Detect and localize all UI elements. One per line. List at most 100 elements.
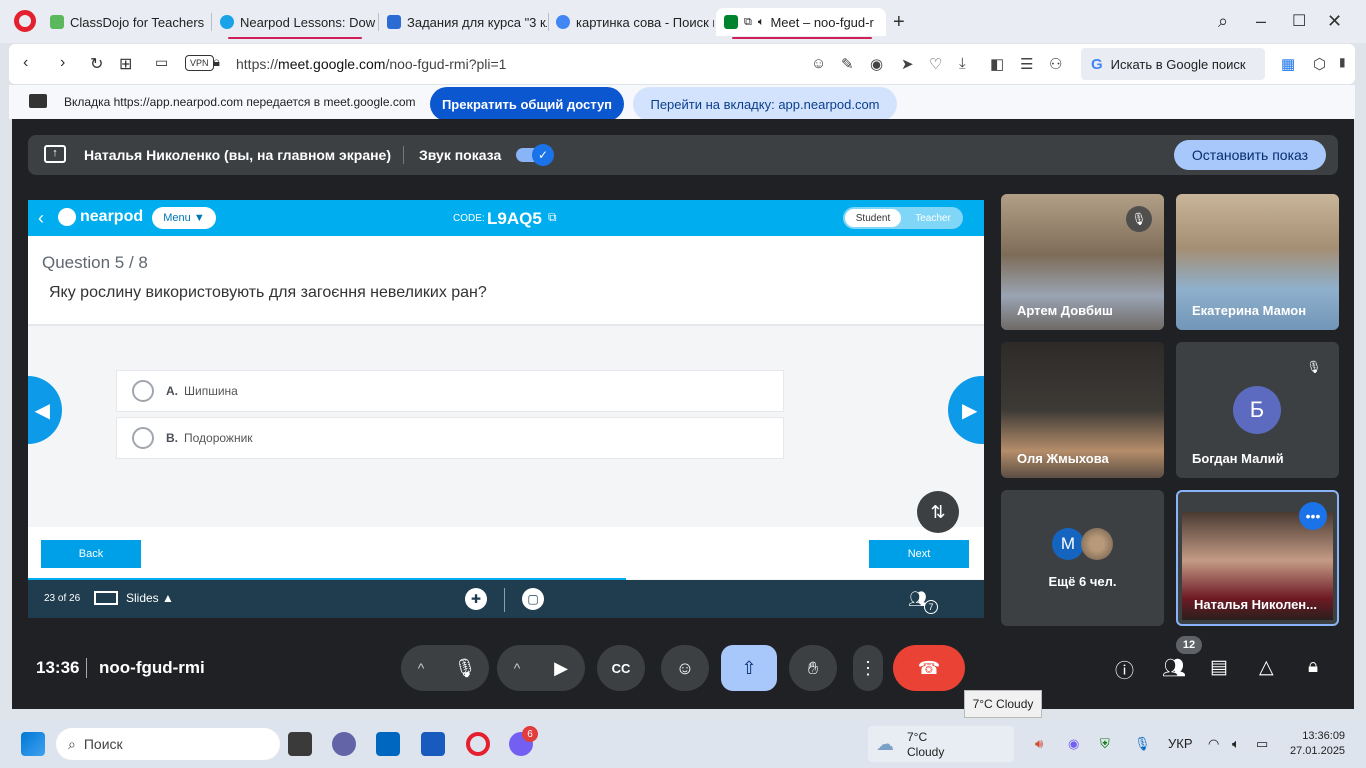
- swap-layout-icon[interactable]: ⇅: [917, 491, 959, 533]
- word-icon[interactable]: [421, 732, 445, 756]
- task-view-icon[interactable]: [288, 732, 312, 756]
- people-icon[interactable]: 👥︎: [1162, 656, 1186, 680]
- divider: [403, 146, 404, 164]
- teacher-option[interactable]: Teacher: [905, 209, 961, 227]
- search-tabs-icon[interactable]: ⌕: [1218, 11, 1228, 32]
- chevron-up-icon[interactable]: ^: [497, 660, 537, 676]
- meeting-info-icon[interactable]: ⓘ: [1115, 656, 1134, 683]
- more-participants-tile[interactable]: М Ещё 6 чел.: [1001, 490, 1164, 626]
- speaker-icon[interactable]: 🔈︎: [1232, 736, 1240, 752]
- extensions-icon[interactable]: ⬡: [1313, 55, 1326, 73]
- tab-google-search[interactable]: картинка сова - Поиск в: [548, 8, 714, 36]
- picture-in-picture-icon[interactable]: ⧉: [744, 16, 752, 29]
- student-option[interactable]: Student: [845, 209, 901, 227]
- opera-logo-icon[interactable]: [14, 10, 36, 32]
- teams-icon[interactable]: [332, 732, 356, 756]
- meet-window: ↑ Наталья Николенко (вы, на главном экра…: [12, 119, 1354, 709]
- emoji-reaction-icon[interactable]: ☺: [661, 645, 709, 691]
- answer-option-b[interactable]: B. Подорожник: [116, 417, 784, 459]
- start-icon[interactable]: [21, 732, 45, 756]
- chat-icon[interactable]: ▢: [522, 588, 544, 610]
- speaker-icon[interactable]: 🔈︎: [758, 16, 765, 29]
- camera-control[interactable]: ^ ▶: [497, 645, 585, 691]
- store-icon[interactable]: [376, 732, 400, 756]
- reload-icon[interactable]: ↻: [90, 54, 103, 74]
- snapshot-icon[interactable]: ◉: [870, 55, 883, 73]
- radio-icon[interactable]: [132, 427, 154, 449]
- forward-icon[interactable]: ›: [60, 54, 65, 72]
- more-options-vertical-icon[interactable]: ⋮: [853, 645, 883, 691]
- tab-classdojo[interactable]: ClassDojo for Teachers: [42, 8, 210, 36]
- viber-tray-icon[interactable]: ◉: [1068, 736, 1079, 752]
- menu-button[interactable]: Menu ▼: [152, 207, 216, 229]
- microphone-tray-icon[interactable]: 🎙︎: [1134, 736, 1151, 752]
- camera-icon[interactable]: ▭: [155, 54, 168, 71]
- microphone-control[interactable]: ^ 🎙︎: [401, 645, 489, 691]
- share-audio-toggle[interactable]: ✓: [516, 144, 554, 166]
- weather-widget[interactable]: ☁︎ 7°C Cloudy: [868, 726, 1014, 762]
- scroll-icon[interactable]: ▮: [1339, 55, 1346, 69]
- url-field[interactable]: https://meet.google.com/noo-fgud-rmi?pli…: [236, 56, 506, 72]
- microphone-icon[interactable]: 🎙︎: [441, 658, 489, 679]
- more-options-icon[interactable]: •••: [1299, 502, 1327, 530]
- workspaces-icon[interactable]: ▦: [1281, 55, 1295, 73]
- taskbar-search[interactable]: ⌕ Поиск: [56, 728, 280, 760]
- lesson-code[interactable]: L9AQ5: [487, 209, 542, 229]
- close-icon[interactable]: ✕: [1327, 11, 1342, 32]
- tab-nearpod[interactable]: Nearpod Lessons: Downlo: [212, 8, 376, 36]
- send-icon[interactable]: ➤: [901, 55, 914, 73]
- participant-tile[interactable]: Оля Жмыхова: [1001, 342, 1164, 478]
- host-controls-icon[interactable]: 🔒︎: [1308, 656, 1318, 678]
- minimize-icon[interactable]: –: [1256, 11, 1266, 32]
- next-slide-icon[interactable]: ▶: [948, 376, 984, 444]
- easy-setup-icon[interactable]: ☰: [1020, 55, 1033, 73]
- maximize-icon[interactable]: ☐: [1292, 11, 1306, 31]
- captions-icon[interactable]: CC: [597, 645, 645, 691]
- back-button[interactable]: Back: [41, 540, 141, 568]
- raise-hand-icon[interactable]: ✋︎: [789, 645, 837, 691]
- next-button[interactable]: Next: [869, 540, 969, 568]
- security-icon[interactable]: ⛨: [1100, 736, 1110, 752]
- participant-tile[interactable]: 🎙︎ Б Богдан Малий: [1176, 342, 1339, 478]
- wifi-icon[interactable]: ◠: [1208, 736, 1219, 752]
- new-tab-icon[interactable]: +: [893, 11, 905, 34]
- opera-icon[interactable]: [466, 732, 490, 756]
- lock-icon[interactable]: 🔒︎: [213, 54, 220, 70]
- heart-icon[interactable]: ♡: [929, 55, 942, 73]
- answer-option-a[interactable]: A. Шипшина: [116, 370, 784, 412]
- video-camera-icon[interactable]: ▶: [537, 658, 585, 679]
- student-teacher-switch[interactable]: Student Teacher: [843, 207, 963, 229]
- sidebar-icon[interactable]: ◧: [990, 55, 1004, 73]
- previous-slide-icon[interactable]: ◀: [28, 376, 62, 444]
- slides-toggle[interactable]: Slides ▲: [94, 591, 174, 605]
- radio-icon[interactable]: [132, 380, 154, 402]
- back-arrow-icon[interactable]: ‹: [38, 208, 44, 229]
- back-icon[interactable]: ‹: [23, 54, 28, 72]
- external-link-icon[interactable]: ⧉: [548, 210, 557, 225]
- google-search-field[interactable]: G Искать в Google поиск: [1081, 48, 1265, 80]
- profile-icon[interactable]: ⚇: [1049, 55, 1062, 73]
- language-indicator[interactable]: УКР: [1168, 736, 1193, 751]
- edit-icon[interactable]: ✎: [841, 55, 854, 73]
- vpn-badge[interactable]: VPN: [185, 55, 214, 71]
- activities-icon[interactable]: △: [1259, 656, 1274, 679]
- emoji-icon[interactable]: ☺: [811, 55, 826, 72]
- goto-tab-button[interactable]: Перейти на вкладку: app.nearpod.com: [633, 87, 897, 121]
- self-tile[interactable]: ••• Наталья Николен...: [1176, 490, 1339, 626]
- participant-tile[interactable]: Екатерина Мамон: [1176, 194, 1339, 330]
- add-activity-icon[interactable]: ✚: [465, 588, 487, 610]
- present-screen-icon[interactable]: ⇧: [721, 645, 777, 691]
- stop-sharing-button[interactable]: Прекратить общий доступ: [430, 87, 624, 121]
- battery-icon[interactable]: ▭: [1256, 736, 1268, 752]
- end-call-icon[interactable]: ☎︎: [893, 645, 965, 691]
- stop-presenting-button[interactable]: Остановить показ: [1174, 140, 1326, 170]
- chevron-up-icon[interactable]: ^: [401, 660, 441, 676]
- tab-meet[interactable]: ⧉ 🔈︎ Meet – noo-fgud-r: [716, 8, 886, 36]
- volume-alert-icon[interactable]: 🔊︎: [1035, 736, 1043, 752]
- system-clock[interactable]: 13:36:09 27.01.2025: [1290, 729, 1345, 759]
- chat-icon[interactable]: ▤: [1210, 656, 1228, 679]
- download-icon[interactable]: ⤓: [959, 55, 966, 72]
- participant-tile[interactable]: 🎙︎ Артем Довбиш: [1001, 194, 1164, 330]
- tab-classroom[interactable]: Задания для курса "3 кла: [379, 8, 547, 36]
- speed-dial-icon[interactable]: ⊞: [119, 54, 132, 74]
